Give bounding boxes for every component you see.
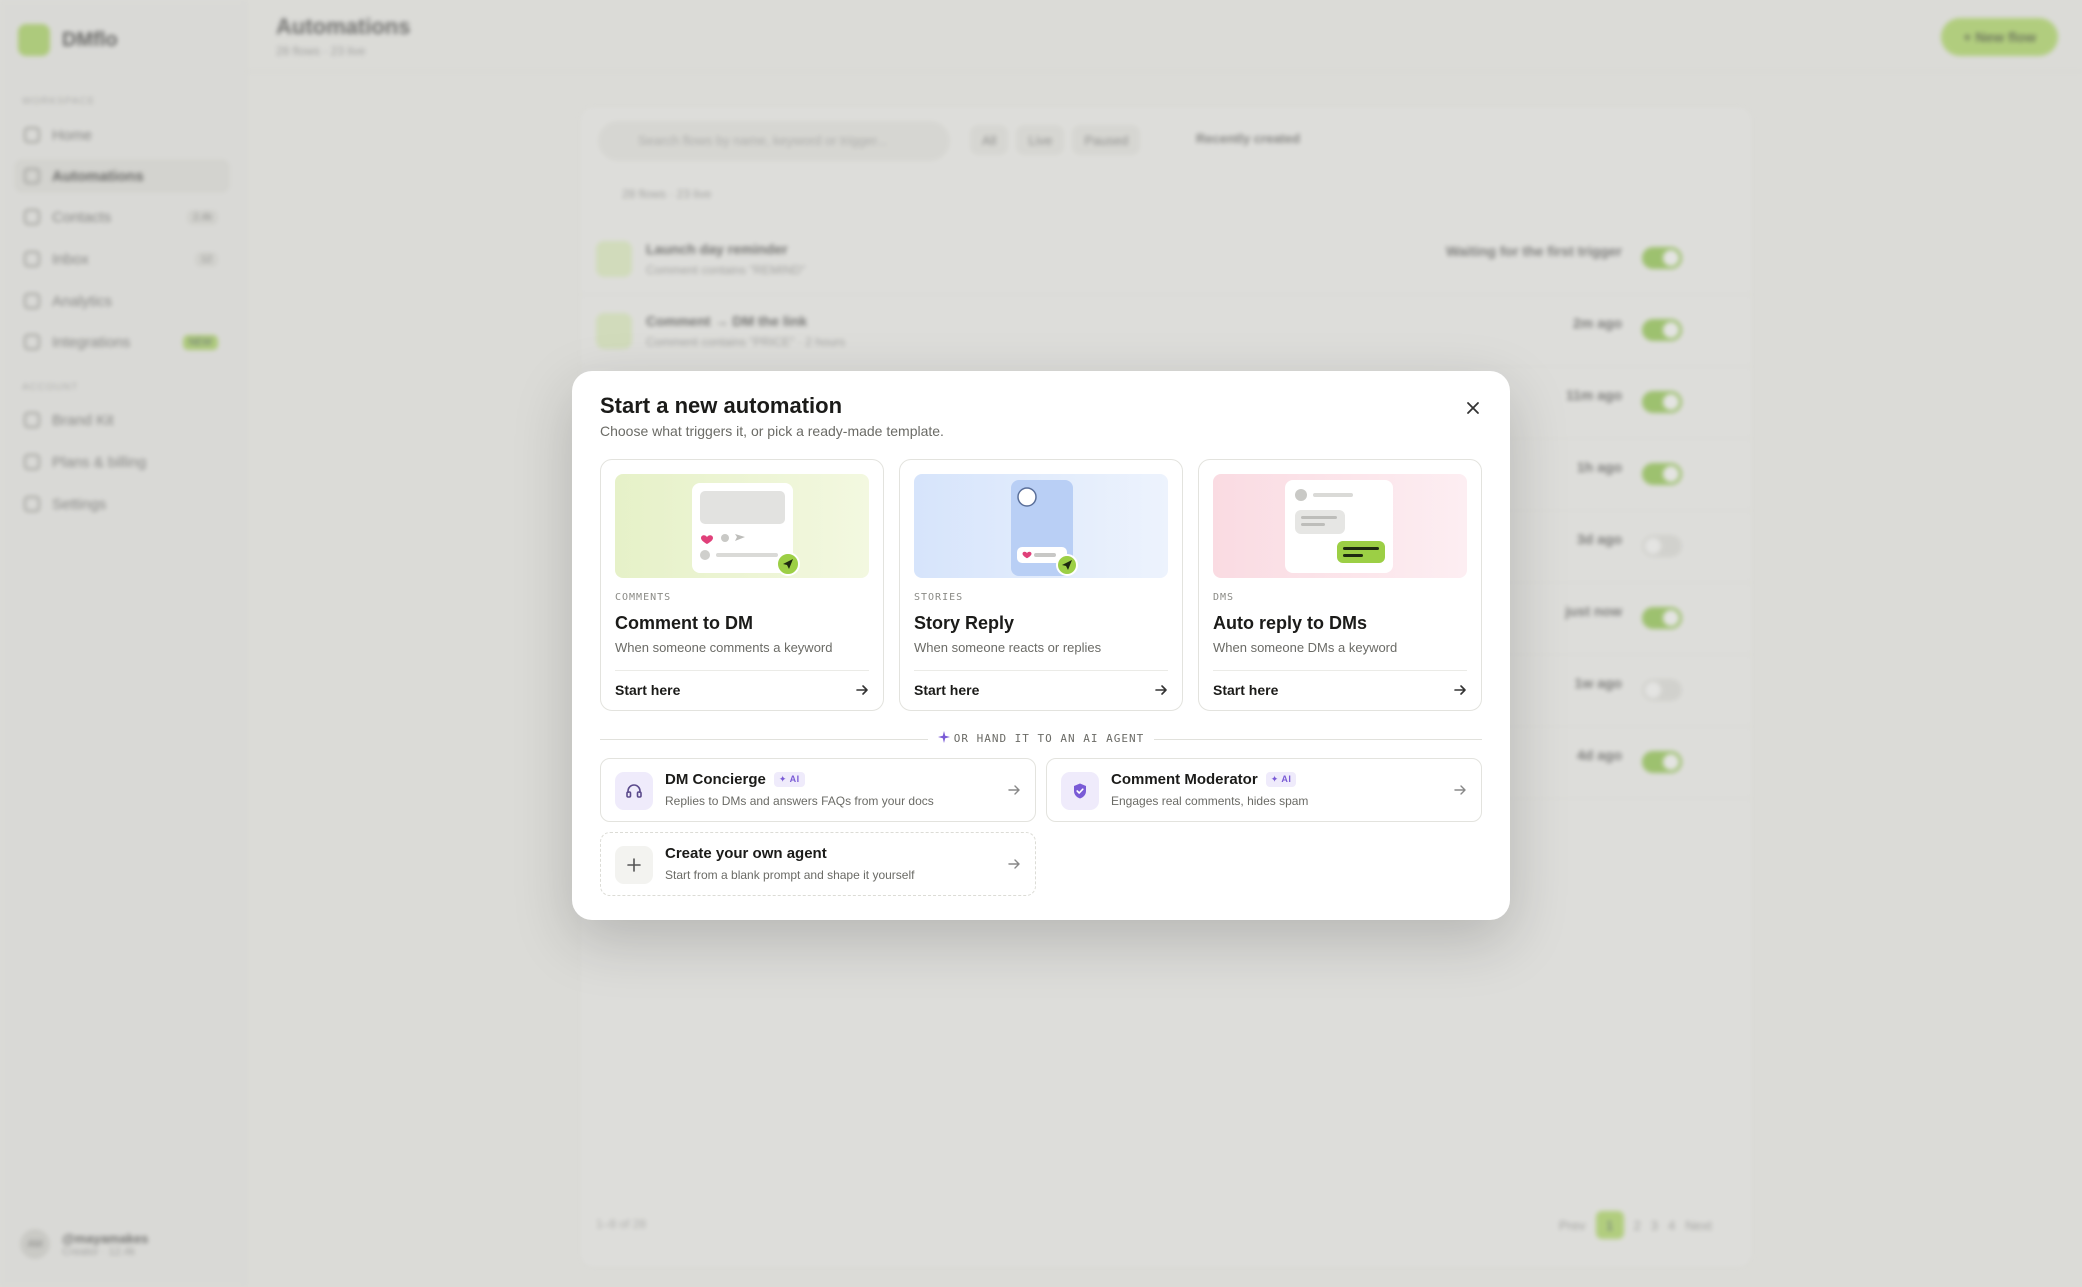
create-agent-card[interactable]: Create your own agent Start from a blank… xyxy=(600,832,1036,896)
card-title: Story Reply xyxy=(914,613,1015,633)
agent-name: DM Concierge xyxy=(665,771,766,788)
divider-label: OR HAND IT TO AN AI AGENT xyxy=(953,732,1145,745)
card-divider xyxy=(615,670,869,671)
agent-icon-box xyxy=(615,772,653,810)
agent-description: Replies to DMs and answers FAQs from you… xyxy=(665,794,934,808)
card-description: When someone comments a keyword xyxy=(615,640,833,655)
shield-check-icon xyxy=(1074,783,1086,799)
template-card-comment-to-dm[interactable]: COMMENTS Comment to DM When someone comm… xyxy=(600,459,884,711)
card-description: When someone reacts or replies xyxy=(914,640,1102,655)
agent-name: Create your own agent xyxy=(665,845,827,862)
plus-icon xyxy=(627,858,641,872)
ai-agent-divider: OR HAND IT TO AN AI AGENT xyxy=(600,731,1482,747)
divider-label-wrap: OR HAND IT TO AN AI AGENT xyxy=(600,731,1482,745)
agent-name: Comment Moderator xyxy=(1111,771,1258,788)
start-here-link[interactable]: Start here xyxy=(914,682,979,698)
new-automation-modal: Start a new automation Choose what trigg… xyxy=(572,371,1510,920)
arrow-right-icon xyxy=(856,685,868,695)
agent-description: Engages real comments, hides spam xyxy=(1111,794,1309,808)
close-icon xyxy=(1467,402,1479,414)
modal-subtitle: Choose what triggers it, or pick a ready… xyxy=(600,423,944,439)
agent-name-row: DM Concierge ✦ AI xyxy=(665,771,805,788)
card-tag: COMMENTS xyxy=(615,592,672,603)
template-card-auto-reply-dms[interactable]: DMS Auto reply to DMs When someone DMs a… xyxy=(1198,459,1482,711)
arrow-right-icon xyxy=(1454,785,1466,795)
agent-card-dm-concierge[interactable]: DM Concierge ✦ AI Replies to DMs and answ… xyxy=(600,758,1036,822)
ai-badge: ✦ AI xyxy=(1265,772,1297,787)
template-card-story-reply[interactable]: STORIES Story Reply When someone reacts … xyxy=(899,459,1183,711)
start-here-link[interactable]: Start here xyxy=(1213,682,1278,698)
agent-name-row: Comment Moderator ✦ AI xyxy=(1111,771,1297,788)
arrow-right-icon xyxy=(1008,785,1020,795)
card-tag: STORIES xyxy=(914,592,964,603)
arrow-right-icon xyxy=(1008,859,1020,869)
comment-illustration xyxy=(615,474,869,578)
agent-name-row: Create your own agent xyxy=(665,845,827,862)
start-here-link[interactable]: Start here xyxy=(615,682,680,698)
divider-label-box: OR HAND IT TO AN AI AGENT xyxy=(927,731,1155,745)
card-title: Auto reply to DMs xyxy=(1213,613,1368,633)
card-title: Comment to DM xyxy=(615,613,753,633)
close-button[interactable] xyxy=(1462,397,1484,419)
ai-badge: ✦ AI xyxy=(773,772,805,787)
card-description: When someone DMs a keyword xyxy=(1213,640,1398,655)
story-illustration xyxy=(914,474,1168,578)
card-tag: DMS xyxy=(1213,592,1235,603)
agent-card-comment-moderator[interactable]: Comment Moderator ✦ AI Engages real comme… xyxy=(1046,758,1482,822)
agent-description: Start from a blank prompt and shape it y… xyxy=(665,868,915,882)
agent-icon-box xyxy=(615,846,653,884)
ai-badge-label: AI xyxy=(1281,774,1292,784)
card-divider xyxy=(914,670,1168,671)
card-divider xyxy=(1213,670,1467,671)
agent-icon-box xyxy=(1061,772,1099,810)
arrow-right-icon xyxy=(1454,685,1466,695)
ai-badge-label: AI xyxy=(789,774,800,784)
arrow-right-icon xyxy=(1155,685,1167,695)
modal-title: Start a new automation xyxy=(600,393,843,418)
dm-illustration xyxy=(1213,474,1467,578)
sparkle-icon xyxy=(937,731,950,743)
headphones-icon xyxy=(626,784,642,798)
